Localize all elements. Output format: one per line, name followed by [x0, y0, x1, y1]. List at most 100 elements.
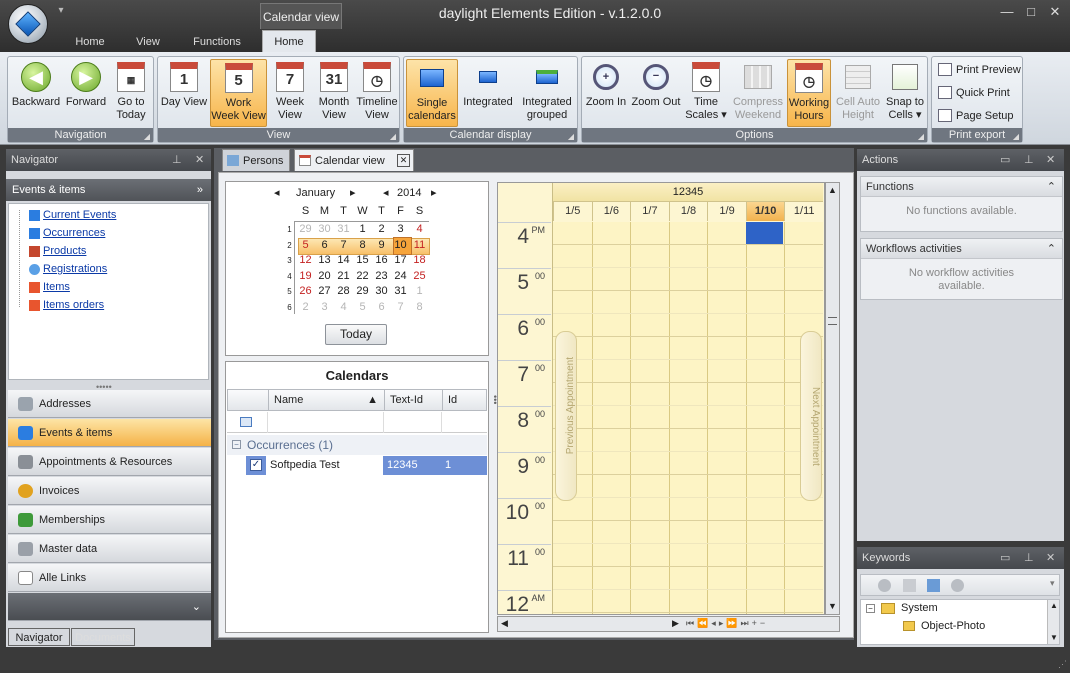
day-cell[interactable]: 31: [334, 222, 353, 237]
workflows-header[interactable]: Workflows activities ⌃: [861, 239, 1062, 259]
backward-button[interactable]: ◀ Backward: [11, 59, 61, 127]
doc-tab-persons[interactable]: Persons: [222, 149, 290, 171]
maximize-button[interactable]: □: [1020, 4, 1042, 20]
day-cell[interactable]: 4: [334, 300, 353, 315]
nav-button-appointments[interactable]: Appointments & Resources: [8, 448, 211, 476]
working-hours-button[interactable]: ◷ Working Hours: [787, 59, 831, 127]
go-to-today-button[interactable]: ▦ Go to Today: [111, 59, 151, 127]
day-cell[interactable]: 13: [315, 253, 334, 268]
day-cell[interactable]: 14: [334, 253, 353, 268]
day-cell[interactable]: 3: [315, 300, 334, 315]
scheduler-vertical-scrollbar[interactable]: ▲ ▼: [825, 182, 840, 615]
integrated-button[interactable]: Integrated: [460, 59, 516, 127]
calendar-row-softpedia[interactable]: ✓ Softpedia Test 12345 1: [246, 456, 487, 475]
day-cell[interactable]: 1: [353, 222, 372, 237]
quick-print-button[interactable]: Quick Print: [936, 83, 1010, 103]
add-keyword-icon[interactable]: [878, 579, 891, 592]
day-header[interactable]: 1/8: [668, 202, 708, 221]
tab-navigator[interactable]: Navigator: [8, 628, 70, 646]
time-slots-grid[interactable]: [553, 222, 823, 614]
scroll-thumb-grip[interactable]: [828, 317, 837, 325]
col-header-name[interactable]: Name ▲: [268, 390, 384, 410]
day-header[interactable]: 1/10: [745, 202, 785, 221]
day-cell[interactable]: 11: [410, 238, 429, 253]
minimize-button[interactable]: —: [996, 4, 1018, 20]
day-cell[interactable]: 12: [296, 253, 315, 268]
nav-button-master-data[interactable]: Master data: [8, 535, 211, 563]
page-setup-button[interactable]: Page Setup: [936, 106, 1014, 126]
date-navigation-buttons[interactable]: ⏮⏪◂▸⏩⏭+−: [686, 618, 768, 629]
month-prev-arrow-icon[interactable]: ◂: [274, 186, 280, 199]
tree-item-items-orders[interactable]: Items orders: [29, 296, 104, 314]
nav-button-events-items[interactable]: Events & items: [8, 419, 211, 447]
day-cell[interactable]: 3: [391, 222, 410, 237]
day-cell[interactable]: 7: [334, 238, 353, 253]
functions-header[interactable]: Functions ⌃: [861, 177, 1062, 197]
tree-item-system[interactable]: System: [901, 602, 938, 614]
day-cell[interactable]: 6: [372, 300, 391, 315]
day-header[interactable]: 1/11: [784, 202, 823, 221]
calendar-visible-checkbox[interactable]: ✓: [250, 459, 262, 471]
doc-tab-calendar-view[interactable]: Calendar view ✕: [294, 149, 414, 171]
forward-button[interactable]: ▶ Forward: [63, 59, 109, 127]
close-tab-icon[interactable]: ✕: [397, 154, 410, 167]
day-header[interactable]: 1/6: [591, 202, 631, 221]
tree-item-object-photo[interactable]: Object-Photo: [921, 620, 985, 632]
close-panel-icon[interactable]: ✕: [1046, 547, 1055, 569]
day-cell[interactable]: 27: [315, 284, 334, 299]
timeline-view-button[interactable]: ◷ Timeline View: [356, 59, 398, 127]
month-view-button[interactable]: 31 Month View: [312, 59, 356, 127]
maximize-panel-icon[interactable]: ▭: [1000, 149, 1010, 171]
day-cell[interactable]: 21: [334, 269, 353, 284]
tab-view[interactable]: View: [130, 32, 166, 52]
tab-documents[interactable]: Documents: [71, 628, 135, 646]
day-cell[interactable]: 30: [315, 222, 334, 237]
dialog-launcher-icon[interactable]: ◢: [568, 130, 574, 144]
day-header[interactable]: 1/5: [553, 202, 592, 221]
quick-access-dropdown-icon[interactable]: ▾: [50, 5, 72, 23]
collapse-icon[interactable]: −: [232, 440, 241, 449]
home-icon[interactable]: [927, 579, 940, 592]
maximize-panel-icon[interactable]: ▭: [1000, 547, 1010, 569]
day-cell[interactable]: 30: [372, 284, 391, 299]
resize-grip[interactable]: ⋰: [1058, 659, 1067, 670]
col-header-id[interactable]: Id: [442, 390, 488, 410]
nav-button-invoices[interactable]: Invoices: [8, 477, 211, 505]
day-header[interactable]: 1/7: [630, 202, 669, 221]
nav-overflow-button[interactable]: ⌄: [8, 593, 211, 621]
day-cell[interactable]: 18: [410, 253, 429, 268]
tree-item-current-events[interactable]: Current Events: [29, 206, 116, 224]
day-cell[interactable]: 26: [296, 284, 315, 299]
cell-name[interactable]: Softpedia Test: [266, 456, 383, 475]
pin-icon[interactable]: ⊥: [172, 149, 182, 171]
tree-item-products[interactable]: Products: [29, 242, 86, 260]
day-cell[interactable]: 20: [315, 269, 334, 284]
scroll-right-arrow-icon[interactable]: ▶: [672, 618, 679, 629]
week-view-button[interactable]: 7 Week View: [269, 59, 311, 127]
day-cell[interactable]: 17: [391, 253, 410, 268]
day-cell[interactable]: 29: [353, 284, 372, 299]
tab-home[interactable]: Home: [70, 32, 110, 52]
day-cell[interactable]: 2: [296, 300, 315, 315]
dialog-launcher-icon[interactable]: ◢: [390, 130, 396, 144]
day-cell[interactable]: 8: [410, 300, 429, 315]
year-prev-arrow-icon[interactable]: ◂: [383, 186, 389, 199]
nav-button-addresses[interactable]: Addresses: [8, 390, 211, 418]
single-calendars-button[interactable]: Single calendars: [406, 59, 458, 127]
integrated-grouped-button[interactable]: Integrated grouped: [517, 59, 577, 127]
day-cell[interactable]: 5: [296, 238, 315, 253]
day-cell[interactable]: 25: [410, 269, 429, 284]
day-cell[interactable]: 15: [353, 253, 372, 268]
time-scales-button[interactable]: ◷ Time Scales ▾: [684, 59, 728, 127]
day-cell[interactable]: 28: [334, 284, 353, 299]
keywords-scrollbar[interactable]: ▲ ▼: [1047, 600, 1059, 644]
toolbar-dropdown-icon[interactable]: ▾: [1050, 578, 1055, 589]
filter-row[interactable]: [227, 412, 487, 433]
collapse-up-icon[interactable]: ⌃: [1047, 177, 1056, 197]
day-cell[interactable]: 8: [353, 238, 372, 253]
today-button[interactable]: Today: [325, 324, 387, 345]
pin-icon[interactable]: ⊥: [1024, 547, 1034, 569]
day-cell[interactable]: 31: [391, 284, 410, 299]
dialog-launcher-icon[interactable]: ◢: [1013, 130, 1019, 144]
print-preview-button[interactable]: Print Preview: [936, 60, 1021, 80]
